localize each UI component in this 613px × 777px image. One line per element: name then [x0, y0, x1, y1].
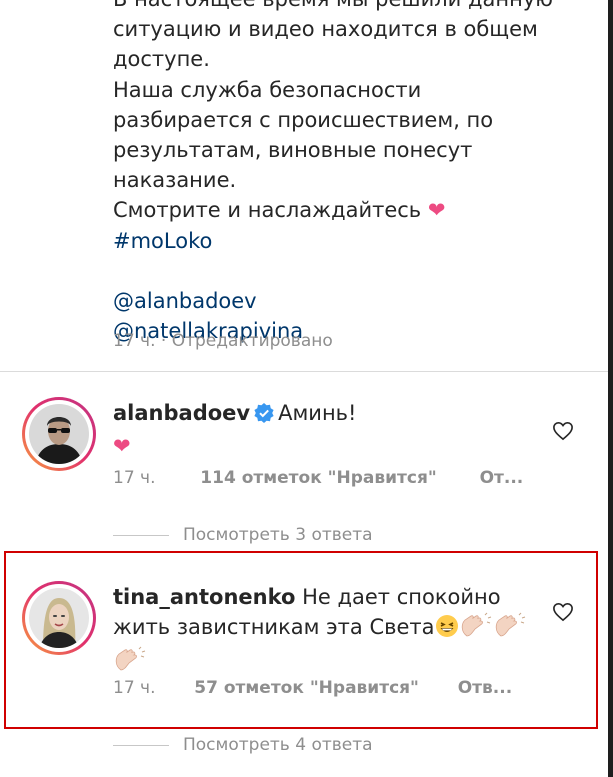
caption-line: В настоящее время мы решили данную	[113, 0, 583, 14]
caption-text: Смотрите и наслаждайтесь	[113, 198, 422, 223]
reply-button[interactable]: От...	[480, 468, 524, 488]
highlight-box	[4, 551, 598, 729]
mention-link[interactable]: @alanbadoev	[113, 286, 583, 316]
avatar[interactable]	[22, 397, 96, 471]
pink-heart-icon: ❤	[427, 198, 446, 223]
pink-heart-icon: ❤	[113, 434, 131, 458]
man-with-sunglasses-avatar	[29, 404, 89, 464]
caption-line: результатам, виновные понесут	[113, 138, 473, 163]
caption-line: Наша служба безопасности	[113, 77, 422, 102]
comment-body: alanbadoev Аминь! ❤	[113, 398, 356, 461]
divider	[0, 371, 608, 372]
caption-line-with-heart: Смотрите и наслаждайтесь ❤	[113, 195, 583, 225]
caption-line: разбирается с происшествием, по	[113, 107, 494, 132]
likes-count[interactable]: 114 отметок "Нравится"	[200, 468, 436, 488]
comment-username[interactable]: alanbadoev	[113, 401, 250, 425]
caption-line: доступе.	[113, 47, 210, 72]
window-edge	[608, 0, 613, 777]
verified-badge-icon	[254, 401, 274, 431]
caption-line: наказание.	[113, 168, 237, 193]
view-replies-button[interactable]: Посмотреть 4 ответа	[113, 735, 373, 755]
hashtag-link[interactable]: #moLoko	[113, 226, 583, 256]
caption-line: ситуацию и видео находится в общем	[113, 17, 538, 42]
heart-outline-icon[interactable]	[552, 421, 574, 441]
comment-meta: 17 ч. 114 отметок "Нравится" От...	[113, 468, 523, 488]
comment-time: 17 ч.	[113, 468, 156, 488]
comments-panel: В настоящее время мы решили данную ситуа…	[0, 0, 608, 777]
divider	[113, 744, 169, 746]
app-frame: В настоящее время мы решили данную ситуа…	[0, 0, 613, 777]
view-replies-button[interactable]: Посмотреть 3 ответа	[113, 525, 373, 545]
divider	[113, 534, 169, 536]
post-caption: В настоящее время мы решили данную ситуа…	[113, 0, 583, 346]
post-meta: 17 ч. · Отредактировано	[113, 331, 333, 351]
comment-text: Аминь!	[278, 401, 357, 425]
